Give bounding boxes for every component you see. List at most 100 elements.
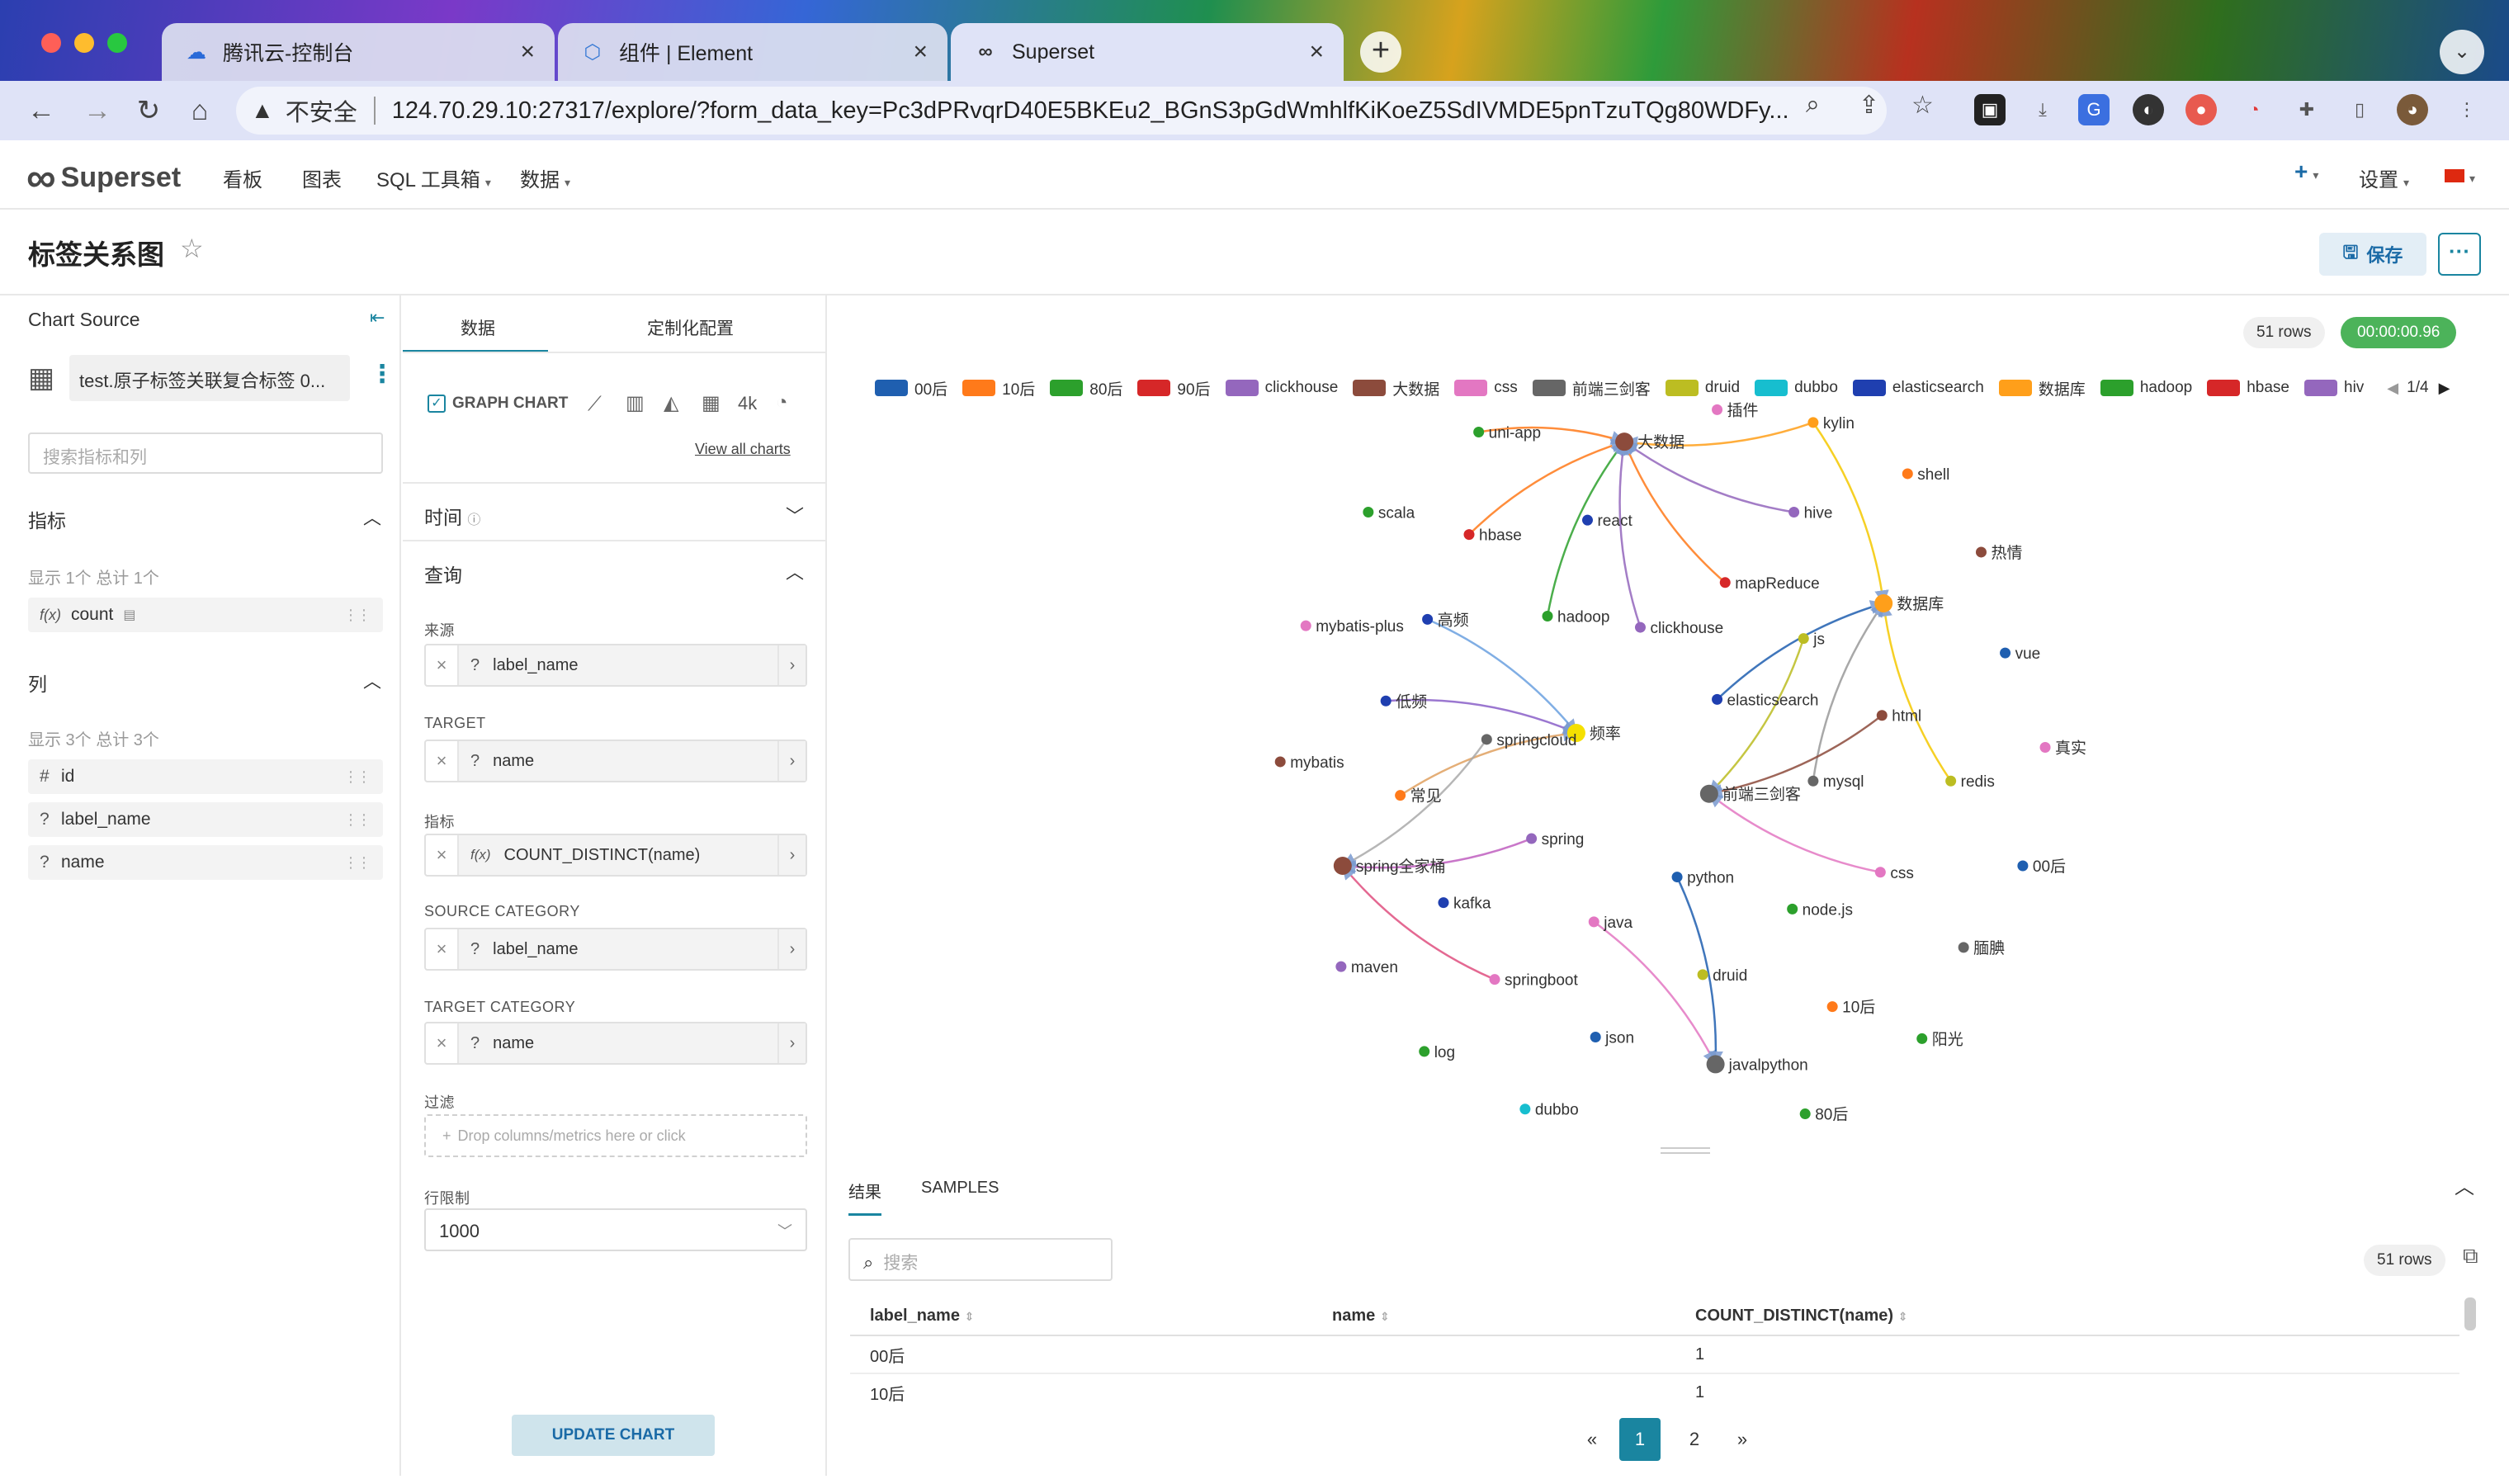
- column-header[interactable]: name ⇕: [1312, 1297, 1675, 1335]
- drag-handle-icon[interactable]: ⋮⋮: [343, 811, 371, 829]
- update-chart-button[interactable]: UPDATE CHART: [512, 1415, 715, 1456]
- extension-icon[interactable]: ◔: [2238, 94, 2270, 125]
- browser-tab-tencent[interactable]: ☁ 腾讯云-控制台 ×: [162, 23, 555, 81]
- column-item[interactable]: ? label_name ⋮⋮: [28, 802, 383, 837]
- extension-icon[interactable]: ◐: [2133, 94, 2164, 125]
- bar-chart-icon[interactable]: ▥: [626, 391, 645, 415]
- new-tab-button[interactable]: +: [1360, 31, 1401, 73]
- chevron-down-icon[interactable]: ﹀: [786, 502, 804, 528]
- pagination-page[interactable]: 2: [1674, 1429, 1715, 1450]
- superset-logo[interactable]: ∞ Superset: [26, 154, 181, 201]
- save-button[interactable]: 🖫 保存: [2319, 233, 2426, 276]
- translate-icon[interactable]: G: [2078, 94, 2110, 125]
- tab-search-button[interactable]: ⌄: [2440, 30, 2484, 74]
- pagination-prev[interactable]: «: [1571, 1429, 1613, 1450]
- chevron-right-icon[interactable]: ›: [777, 741, 806, 781]
- pagination-next[interactable]: »: [1722, 1429, 1763, 1450]
- graph-node[interactable]: [1634, 621, 1646, 633]
- collapse-panel-icon[interactable]: ⇤: [370, 307, 385, 328]
- chevron-right-icon[interactable]: ›: [777, 645, 806, 685]
- puzzle-icon[interactable]: ✚: [2291, 94, 2322, 125]
- graph-node[interactable]: [1526, 833, 1538, 844]
- zoom-icon[interactable]: ⌕: [1806, 91, 1820, 119]
- new-plus-button[interactable]: + ▾: [2294, 158, 2318, 185]
- tab-data[interactable]: 数据: [461, 315, 495, 340]
- chevron-up-icon[interactable]: ︿: [363, 503, 381, 530]
- graph-node[interactable]: [1581, 514, 1593, 526]
- chevron-right-icon[interactable]: ›: [777, 929, 806, 969]
- chevron-right-icon[interactable]: ›: [777, 1023, 806, 1063]
- graph-node[interactable]: [1787, 903, 1798, 915]
- target-control[interactable]: × ? name ›: [424, 740, 807, 782]
- close-tab-icon[interactable]: ×: [520, 38, 535, 66]
- graph-node[interactable]: [1481, 734, 1492, 745]
- nav-sql-lab[interactable]: SQL 工具箱 ▾: [376, 163, 491, 192]
- avatar[interactable]: ◕: [2397, 94, 2428, 125]
- graph-node[interactable]: [1807, 775, 1819, 787]
- graph-node[interactable]: [1519, 1104, 1531, 1115]
- column-header[interactable]: COUNT_DISTINCT(name) ⇕: [1675, 1297, 2459, 1335]
- close-tab-icon[interactable]: ×: [913, 38, 928, 66]
- graph-node[interactable]: [1438, 897, 1449, 909]
- chevron-up-icon[interactable]: ︿: [786, 558, 804, 584]
- maximize-window-button[interactable]: [107, 33, 127, 53]
- reload-icon[interactable]: ↻: [129, 91, 168, 130]
- graph-node[interactable]: [1706, 1055, 1725, 1074]
- extension-icon[interactable]: ▣: [1974, 94, 2006, 125]
- minimize-window-button[interactable]: [74, 33, 94, 53]
- graph-node[interactable]: [1671, 872, 1683, 883]
- graph-node[interactable]: [1975, 546, 1987, 558]
- nav-data[interactable]: 数据 ▾: [520, 163, 570, 192]
- more-vert-icon[interactable]: ⋮: [2451, 94, 2483, 125]
- graph-node[interactable]: [1395, 790, 1406, 801]
- source-control[interactable]: × ? label_name ›: [424, 644, 807, 687]
- metric-item[interactable]: f(x) count ▤ ⋮⋮: [28, 598, 383, 632]
- results-search-input[interactable]: ⌕ 搜索: [848, 1238, 1113, 1281]
- graph-node[interactable]: [1712, 693, 1723, 705]
- table-chart-icon[interactable]: ▦: [702, 391, 721, 415]
- graph-node[interactable]: [1590, 1031, 1601, 1042]
- graph-node[interactable]: [1712, 404, 1723, 415]
- graph-node[interactable]: [1874, 867, 1886, 878]
- more-options-button[interactable]: ···: [2438, 233, 2481, 276]
- graph-node[interactable]: [1945, 775, 1957, 787]
- viz-type-selected[interactable]: ✓ GRAPH CHART: [428, 395, 568, 413]
- graph-node[interactable]: [1489, 974, 1500, 985]
- column-item[interactable]: ? name ⋮⋮: [28, 845, 383, 880]
- graph-node[interactable]: [1615, 432, 1634, 451]
- graph-node[interactable]: [1697, 969, 1708, 981]
- graph-node[interactable]: [1542, 611, 1553, 622]
- line-chart-icon[interactable]: ⟋: [588, 393, 602, 416]
- source-category-control[interactable]: × ? label_name ›: [424, 928, 807, 971]
- graph-node[interactable]: [1419, 1046, 1430, 1057]
- drag-handle-icon[interactable]: ⋮⋮: [343, 854, 371, 872]
- graph-node[interactable]: [1874, 594, 1893, 613]
- address-bar[interactable]: ▲ 不安全 124.70.29.10:27317/explore/?form_d…: [236, 87, 1887, 135]
- table-scrollbar[interactable]: [2464, 1297, 2476, 1330]
- graph-node[interactable]: [2039, 742, 2051, 754]
- area-chart-icon[interactable]: ◭: [664, 391, 678, 415]
- column-item[interactable]: # id ⋮⋮: [28, 759, 383, 794]
- graph-node[interactable]: [1798, 633, 1809, 645]
- sidebar-icon[interactable]: ▯: [2344, 94, 2375, 125]
- graph-node[interactable]: [2017, 860, 2029, 872]
- query-section-title[interactable]: 查询: [424, 560, 462, 588]
- graph-node[interactable]: [1422, 613, 1434, 625]
- graph-node[interactable]: [1274, 756, 1286, 768]
- graph-node[interactable]: [1333, 856, 1352, 875]
- resize-handle-icon[interactable]: [1661, 1147, 1710, 1154]
- filter-dropzone[interactable]: + Drop columns/metrics here or click: [424, 1114, 807, 1157]
- graph-node[interactable]: [1588, 916, 1599, 928]
- dataset-menu-icon[interactable]: ⋮: [370, 360, 395, 389]
- remove-icon[interactable]: ×: [426, 929, 459, 969]
- graph-node[interactable]: [1719, 577, 1731, 588]
- metric-control[interactable]: × f(x) COUNT_DISTINCT(name) ›: [424, 834, 807, 877]
- download-icon[interactable]: ⤓: [2027, 94, 2058, 125]
- big-number-icon[interactable]: 4k: [738, 393, 757, 414]
- close-window-button[interactable]: [41, 33, 61, 53]
- graph-node[interactable]: [1380, 695, 1392, 707]
- chart-title[interactable]: 标签关系图: [28, 233, 164, 272]
- graph-node[interactable]: [1902, 468, 1913, 480]
- graph-node[interactable]: [1300, 620, 1311, 631]
- view-all-charts-link[interactable]: View all charts: [695, 441, 791, 458]
